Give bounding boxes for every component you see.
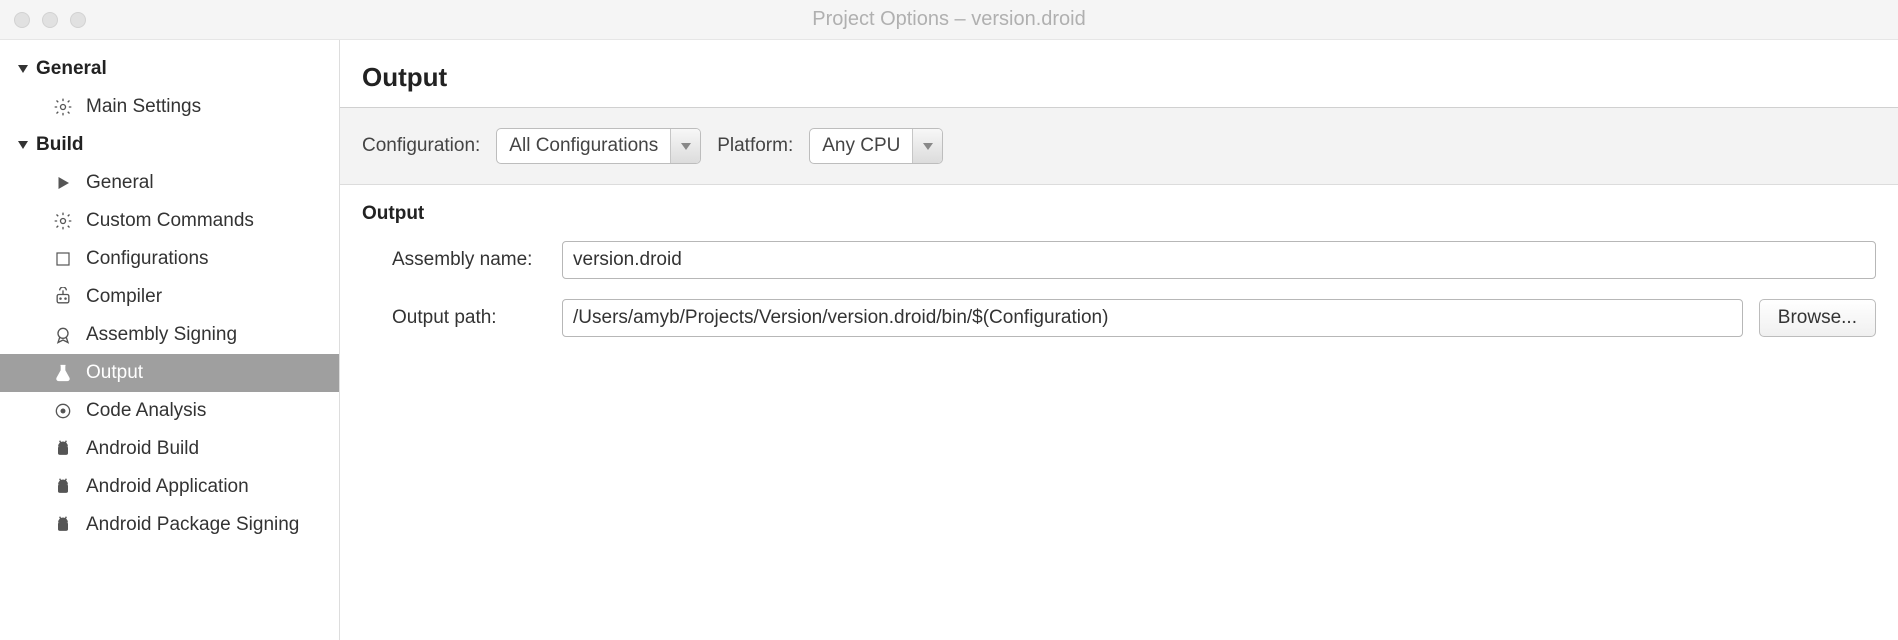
minimize-window-button[interactable]: [42, 12, 58, 28]
sidebar-item-code-analysis[interactable]: Code Analysis: [0, 392, 339, 430]
output-path-input[interactable]: [562, 299, 1743, 337]
sidebar-item-label: Android Application: [86, 476, 249, 498]
sidebar-item-compiler[interactable]: Compiler: [0, 278, 339, 316]
square-icon: [50, 250, 76, 268]
sidebar-item-label: Android Package Signing: [86, 514, 299, 536]
sidebar-item-general[interactable]: General: [0, 164, 339, 202]
sidebar-item-label: Code Analysis: [86, 400, 206, 422]
target-icon: [50, 401, 76, 421]
sidebar-item-label: Configurations: [86, 248, 209, 270]
sidebar-item-main-settings[interactable]: Main Settings: [0, 88, 339, 126]
chevron-down-icon: [670, 129, 700, 163]
assembly-name-row: Assembly name:: [362, 241, 1876, 279]
sidebar-item-label: Android Build: [86, 438, 199, 460]
sidebar-category-label: General: [36, 58, 107, 80]
output-path-row: Output path: Browse...: [362, 299, 1876, 337]
flask-icon: [50, 363, 76, 383]
sidebar-item-android-application[interactable]: Android Application: [0, 468, 339, 506]
platform-value: Any CPU: [810, 129, 912, 163]
traffic-lights: [0, 12, 86, 28]
output-section: Output Assembly name: Output path: Brows…: [340, 185, 1898, 375]
sidebar-category-label: Build: [36, 134, 84, 156]
output-section-title: Output: [362, 203, 1876, 225]
android-icon: [50, 477, 76, 497]
play-icon: [50, 174, 76, 192]
zoom-window-button[interactable]: [70, 12, 86, 28]
badge-icon: [50, 325, 76, 345]
main-header: Output: [340, 40, 1898, 108]
sidebar: General Main Settings Build General Cust: [0, 40, 340, 640]
window-title: Project Options – version.droid: [0, 8, 1898, 31]
configuration-value: All Configurations: [497, 129, 670, 163]
robot-icon: [50, 287, 76, 307]
sidebar-item-label: Custom Commands: [86, 210, 254, 232]
configuration-dropdown[interactable]: All Configurations: [496, 128, 701, 164]
platform-label: Platform:: [717, 135, 793, 157]
sidebar-item-label: Assembly Signing: [86, 324, 237, 346]
output-path-label: Output path:: [362, 307, 562, 329]
browse-button[interactable]: Browse...: [1759, 299, 1876, 337]
sidebar-category-build[interactable]: Build: [0, 126, 339, 164]
sidebar-item-label: Main Settings: [86, 96, 201, 118]
page-title: Output: [362, 62, 1876, 93]
gear-icon: [50, 211, 76, 231]
assembly-name-input[interactable]: [562, 241, 1876, 279]
platform-dropdown[interactable]: Any CPU: [809, 128, 943, 164]
sidebar-category-general[interactable]: General: [0, 50, 339, 88]
assembly-name-label: Assembly name:: [362, 249, 562, 271]
chevron-down-icon: [912, 129, 942, 163]
gear-icon: [50, 97, 76, 117]
configuration-label: Configuration:: [362, 135, 480, 157]
disclosure-triangle-icon: [14, 139, 32, 151]
sidebar-item-label: General: [86, 172, 154, 194]
sidebar-item-output[interactable]: Output: [0, 354, 339, 392]
android-icon: [50, 515, 76, 535]
sidebar-item-configurations[interactable]: Configurations: [0, 240, 339, 278]
disclosure-triangle-icon: [14, 63, 32, 75]
sidebar-item-assembly-signing[interactable]: Assembly Signing: [0, 316, 339, 354]
android-icon: [50, 439, 76, 459]
sidebar-item-label: Output: [86, 362, 143, 384]
main-panel: Output Configuration: All Configurations…: [340, 40, 1898, 640]
sidebar-item-custom-commands[interactable]: Custom Commands: [0, 202, 339, 240]
sidebar-item-android-build[interactable]: Android Build: [0, 430, 339, 468]
config-bar: Configuration: All Configurations Platfo…: [340, 108, 1898, 185]
close-window-button[interactable]: [14, 12, 30, 28]
window-titlebar: Project Options – version.droid: [0, 0, 1898, 40]
sidebar-item-android-package-signing[interactable]: Android Package Signing: [0, 506, 339, 544]
sidebar-item-label: Compiler: [86, 286, 162, 308]
